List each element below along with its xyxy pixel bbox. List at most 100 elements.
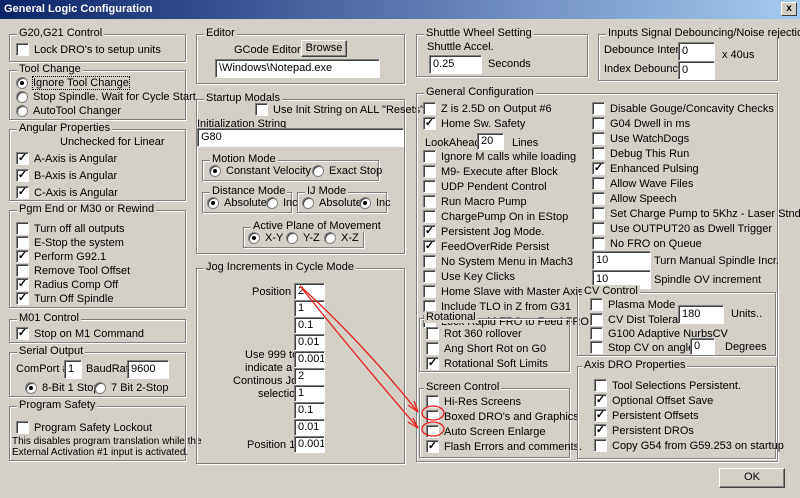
ang-short-rot-checkbox[interactable]: Ang Short Rot on G0 [426, 342, 546, 355]
chargepump-estop-checkbox[interactable]: ChargePump On in EStop [423, 210, 568, 223]
allow-speech-checkbox[interactable]: Allow Speech [592, 192, 677, 205]
angular-group: Angular Properties Unchecked for Linear … [9, 122, 186, 201]
g20-group: G20,G21 Control Lock DRO's to setup unit… [9, 27, 186, 62]
jog-position-10-input[interactable]: 0.001 [294, 436, 325, 453]
jog-position-3-input[interactable]: 0.1 [294, 317, 325, 334]
allow-wave-files-checkbox[interactable]: Allow Wave Files [592, 177, 693, 190]
distance-inc-radio[interactable]: Inc [266, 197, 298, 209]
rot-360-checkbox[interactable]: Rot 360 rollover [426, 327, 522, 340]
cv-tolerance-input[interactable]: 180 [678, 305, 724, 324]
no-system-menu-checkbox[interactable]: No System Menu in Mach3 [423, 255, 573, 268]
no-fro-queue-checkbox[interactable]: No FRO on Queue [592, 237, 702, 250]
optional-offset-save-checkbox[interactable]: ✓ Optional Offset Save [594, 394, 713, 407]
ok-button[interactable]: OK [719, 468, 785, 488]
editor-path-input[interactable]: \Windows\Notepad.exe [215, 59, 380, 78]
editor-legend: Editor [204, 27, 237, 39]
jog-position-7-input[interactable]: 1 [294, 385, 325, 402]
ignore-tool-change-radio[interactable]: Ignore Tool Change [16, 76, 130, 90]
distance-absolute-radio[interactable]: Absolute [207, 197, 267, 209]
safety-lockout-checkbox[interactable]: Program Safety Lockout [16, 421, 152, 434]
shuttle-legend: Shuttle Wheel Setting [424, 27, 534, 39]
turn-off-spindle-checkbox[interactable]: ✓ Turn Off Spindle [16, 292, 114, 305]
perform-g921-checkbox[interactable]: ✓ Perform G92.1 [16, 250, 106, 263]
rotational-soft-limits-checkbox[interactable]: ✓ Rotational Soft Limits [426, 357, 548, 370]
m01-group: M01 Control ✓ Stop on M1 Command [9, 312, 186, 343]
run-macro-pump-checkbox[interactable]: Run Macro Pump [423, 195, 527, 208]
home-slave-checkbox[interactable]: Home Slave with Master Axis [423, 285, 583, 298]
shuttle-group: Shuttle Wheel Setting Shuttle Accel. 0.2… [416, 27, 588, 77]
ignore-m-calls-checkbox[interactable]: Ignore M calls while loading [423, 150, 576, 163]
spindle-incr-input[interactable]: 10 [592, 251, 651, 270]
m9-execute-checkbox[interactable]: M9- Execute after Block [423, 165, 558, 178]
baudrate-input[interactable]: 9600 [127, 360, 169, 379]
8bit-radio[interactable]: 8-Bit 1 Stop [25, 382, 99, 394]
z25d-checkbox[interactable]: Z is 2.5D on Output #6 [423, 102, 552, 115]
lookahead-input[interactable]: 20 [477, 133, 504, 150]
stop-m1-checkbox[interactable]: ✓ Stop on M1 Command [16, 327, 144, 340]
persistent-jog-checkbox[interactable]: ✓ Persistent Jog Mode. [423, 225, 544, 238]
feedoverride-persist-checkbox[interactable]: ✓ FeedOverRide Persist [423, 240, 549, 253]
close-icon[interactable]: x [781, 2, 797, 16]
shuttle-accel-input[interactable]: 0.25 [429, 55, 482, 74]
safety-desc-2: External Activation #1 input is activate… [12, 447, 189, 458]
ij-mode-group: IJ Mode Absolute Inc [297, 185, 391, 213]
c-axis-angular-checkbox[interactable]: ✓ C-Axis is Angular [16, 186, 118, 199]
enhanced-pulsing-checkbox[interactable]: ✓ Enhanced Pulsing [592, 162, 699, 175]
jog-position-2-input[interactable]: 1 [294, 300, 325, 317]
constant-velocity-radio[interactable]: Constant Velocity [209, 165, 311, 177]
exact-stop-radio[interactable]: Exact Stop [312, 165, 382, 177]
use-init-string-checkbox[interactable]: Use Init String on ALL "Resets" [255, 103, 424, 116]
a-axis-angular-checkbox[interactable]: ✓ A-Axis is Angular [16, 152, 117, 165]
browse-button[interactable]: Browse [301, 40, 347, 57]
plane-xz-radio[interactable]: X-Z [324, 232, 359, 244]
boxed-dros-checkbox[interactable]: Boxed DRO's and Graphics [426, 410, 579, 423]
jog-position-8-input[interactable]: 0.1 [294, 402, 325, 419]
disable-gouge-checkbox[interactable]: Disable Gouge/Concavity Checks [592, 102, 774, 115]
comport-input[interactable]: 1 [64, 360, 82, 379]
gcode-editor-label: GCode Editor [234, 44, 301, 56]
jog-position-9-input[interactable]: 0.01 [294, 419, 325, 436]
charge-pump-5khz-checkbox[interactable]: Set Charge Pump to 5Khz - Laser Stndby [592, 207, 800, 220]
jog-position-1-input[interactable]: 2 [294, 283, 325, 300]
hi-res-screens-checkbox[interactable]: Hi-Res Screens [426, 395, 521, 408]
g04-dwell-ms-checkbox[interactable]: G04 Dwell in ms [592, 117, 690, 130]
7bit-radio[interactable]: 7 Bit 2-Stop [94, 382, 168, 394]
use-key-clicks-checkbox[interactable]: Use Key Clicks [423, 270, 515, 283]
remove-tool-offset-checkbox[interactable]: Remove Tool Offset [16, 264, 130, 277]
use-output20-checkbox[interactable]: Use OUTPUT20 as Dwell Trigger [592, 222, 772, 235]
jog-position-6-input[interactable]: 2 [294, 368, 325, 385]
stop-spindle-radio[interactable]: Stop Spindle. Wait for Cycle Start. [16, 91, 199, 103]
jog-position-4-input[interactable]: 0.01 [294, 334, 325, 351]
ij-inc-radio[interactable]: Inc [359, 197, 391, 209]
index-debounce-input[interactable]: 0 [678, 61, 715, 80]
radius-comp-off-checkbox[interactable]: ✓ Radius Comp Off [16, 278, 118, 291]
home-safety-checkbox[interactable]: ✓ Home Sw. Safety [423, 117, 525, 130]
plasma-mode-checkbox[interactable]: Plasma Mode [590, 298, 675, 311]
estop-system-checkbox[interactable]: E-Stop the system [16, 236, 124, 249]
inputs-debounce-group: Inputs Signal Debouncing/Noise rejection… [598, 27, 800, 81]
udp-pendent-checkbox[interactable]: UDP Pendent Control [423, 180, 547, 193]
flash-errors-checkbox[interactable]: ✓ Flash Errors and comments. [426, 440, 582, 453]
spindle-incr-label: Turn Manual Spindle Incr. [654, 255, 779, 267]
plane-yz-radio[interactable]: Y-Z [286, 232, 320, 244]
auto-tool-changer-radio[interactable]: AutoTool Changer [16, 105, 121, 117]
b-axis-angular-checkbox[interactable]: ✓ B-Axis is Angular [16, 169, 117, 182]
auto-screen-enlarge-checkbox[interactable]: Auto Screen Enlarge [426, 425, 546, 438]
plane-xy-radio[interactable]: X-Y [248, 232, 283, 244]
persistent-dros-checkbox[interactable]: ✓ Persistent DROs [594, 424, 694, 437]
turn-off-outputs-checkbox[interactable]: Turn off all outputs [16, 222, 125, 235]
startup-modals-group: Startup Modals Use Init String on ALL "R… [196, 92, 424, 254]
jog-note-1: Use 999 to [245, 349, 299, 361]
copy-g54-checkbox[interactable]: Copy G54 from G59.253 on startup [594, 439, 784, 452]
jog-position-5-input[interactable]: 0.001 [294, 351, 325, 368]
init-string-input[interactable]: G80 [197, 128, 404, 147]
stop-cv-angles-input[interactable]: 0 [690, 338, 715, 355]
ij-absolute-radio[interactable]: Absolute [302, 197, 362, 209]
debug-this-run-checkbox[interactable]: Debug This Run [592, 147, 689, 160]
use-watchdogs-checkbox[interactable]: Use WatchDogs [592, 132, 689, 145]
persistent-offsets-checkbox[interactable]: ✓ Persistent Offsets [594, 409, 699, 422]
tool-selections-persistent-checkbox[interactable]: Tool Selections Persistent. [594, 379, 741, 392]
lock-dro-checkbox[interactable]: Lock DRO's to setup units [16, 43, 161, 56]
debounce-input[interactable]: 0 [678, 42, 715, 61]
serial-output-group: Serial Output ComPort # 1 BaudRate 9600 … [9, 345, 186, 397]
